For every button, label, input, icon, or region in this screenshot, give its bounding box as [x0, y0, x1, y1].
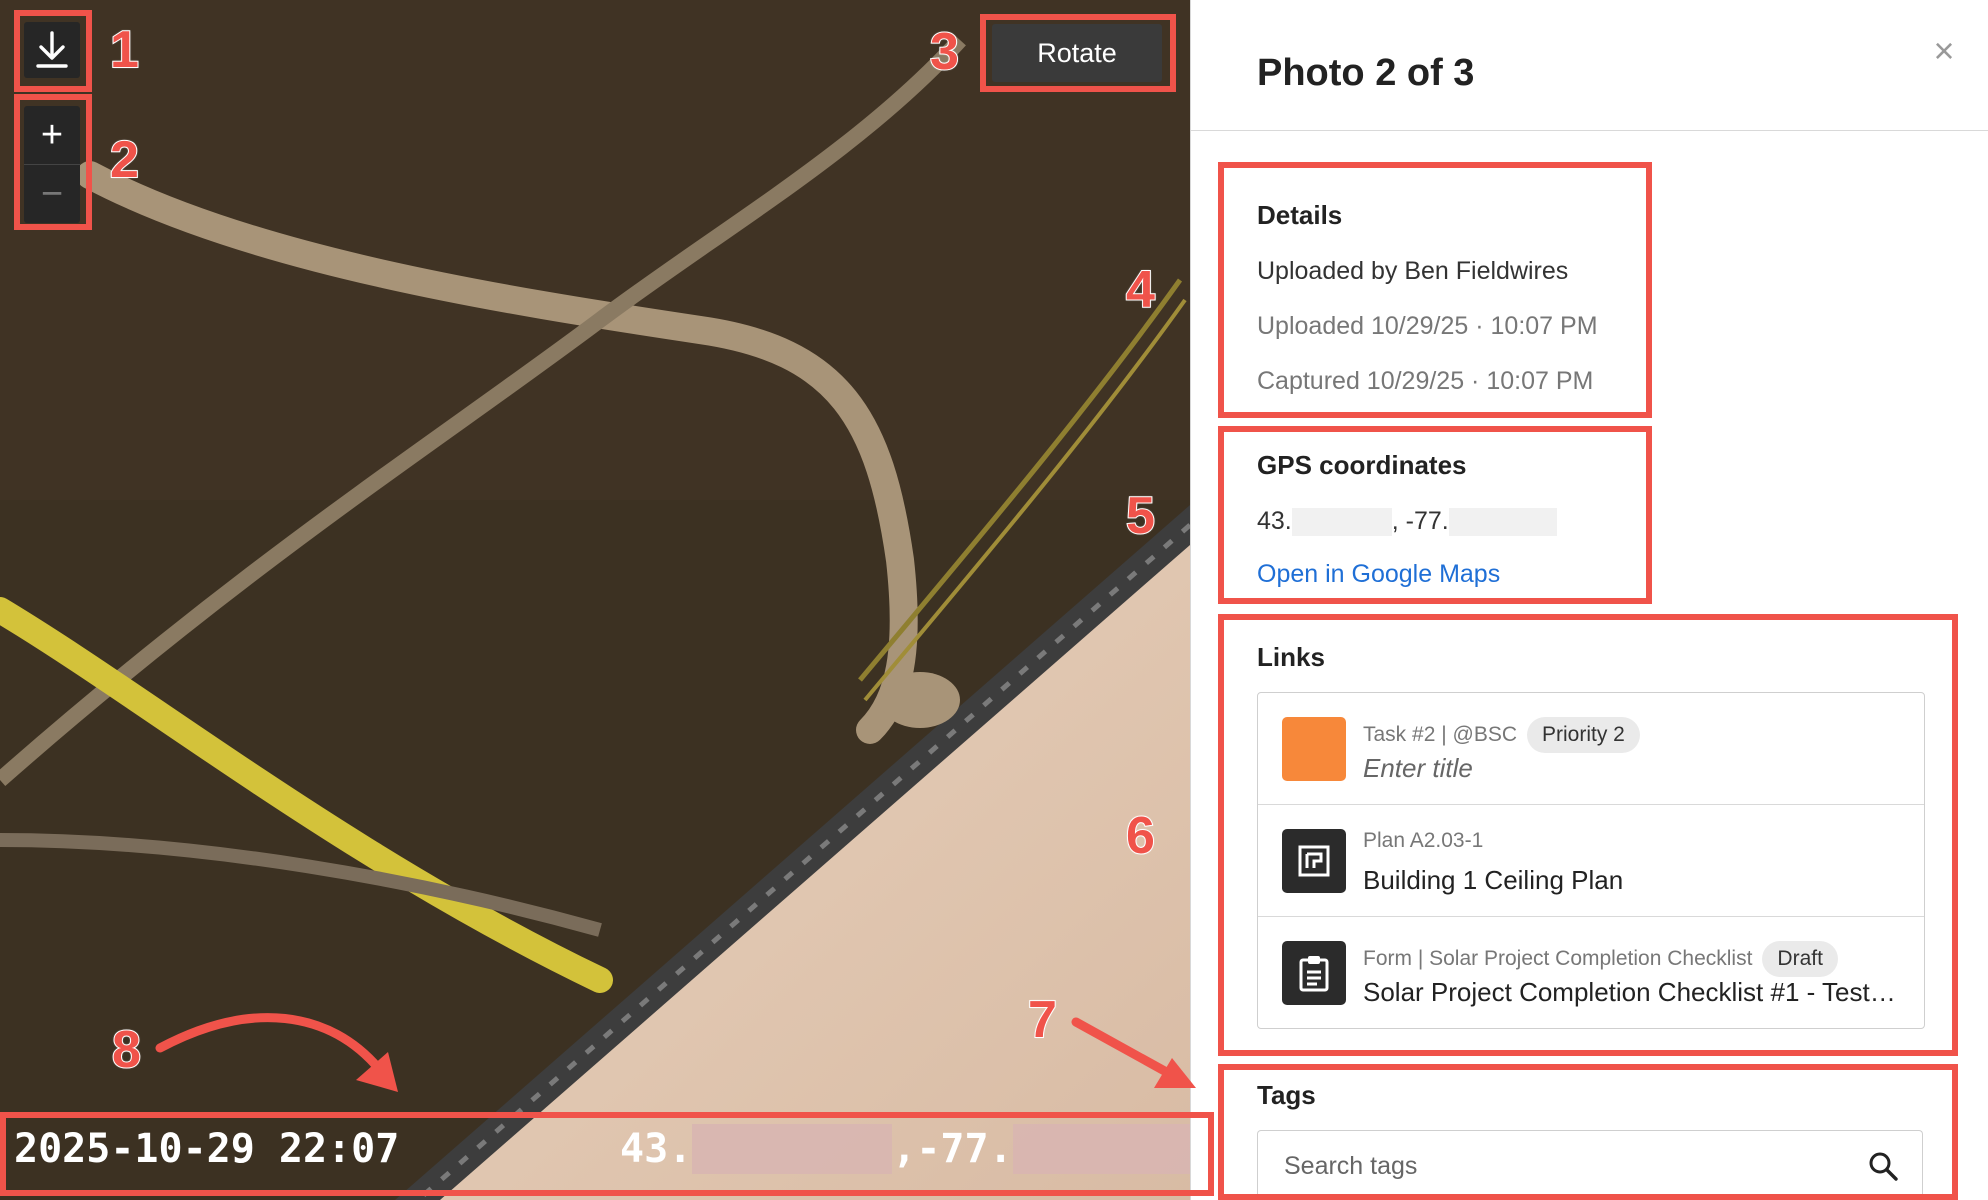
- details-title: Details: [1257, 200, 1343, 230]
- marker-7: 7: [1027, 991, 1058, 1049]
- link-item-task[interactable]: Task #2 | @BSC Priority 2 Enter title: [1258, 693, 1924, 805]
- links-title: Links: [1257, 642, 1325, 672]
- link-meta: Form | Solar Project Completion Checklis…: [1363, 941, 1838, 977]
- ceiling-photo: [0, 0, 1190, 1200]
- marker-3: 3: [929, 23, 960, 81]
- photo-details-panel: Photo 2 of 3 × Details Uploaded by Ben F…: [1190, 0, 1988, 1200]
- uploaded-by: Uploaded by Ben Fieldwires: [1257, 257, 1569, 285]
- link-main-text: Enter title: [1363, 753, 1473, 783]
- gps-title: GPS coordinates: [1257, 450, 1467, 480]
- open-google-maps-link[interactable]: Open in Google Maps: [1257, 560, 1557, 589]
- download-icon: [36, 31, 68, 68]
- download-button[interactable]: [24, 22, 80, 78]
- link-meta: Task #2 | @BSC Priority 2: [1363, 717, 1640, 753]
- gps-section: GPS coordinates 43. , -77. Open in Googl…: [1257, 450, 1557, 589]
- photo-stamp: 2025-10-29 22:07 43. ,-77.: [0, 1112, 1190, 1186]
- marker-4: 4: [1125, 261, 1156, 319]
- gps-lat-prefix: 43.: [1257, 507, 1292, 535]
- redaction-block: [1291, 507, 1392, 536]
- uploaded-time: Uploaded 10/29/25 · 10:07 PM: [1257, 312, 1598, 340]
- link-main-text: Building 1 Ceiling Plan: [1363, 865, 1624, 895]
- redaction-block: [1448, 507, 1557, 536]
- link-item-form[interactable]: Form | Solar Project Completion Checklis…: [1258, 917, 1924, 1028]
- priority-chip: Priority 2: [1527, 717, 1640, 753]
- clipboard-icon: [1282, 941, 1346, 1005]
- plan-glyph: [1298, 845, 1330, 877]
- tag-search-input[interactable]: [1282, 1147, 1846, 1185]
- tags-section: Tags: [1257, 1080, 1316, 1111]
- details-section: Details Uploaded by Ben Fieldwires Uploa…: [1257, 200, 1598, 396]
- link-main-text: Solar Project Completion Checklist #1 - …: [1363, 977, 1896, 1007]
- stamp-gps: 43. ,-77.: [620, 1124, 1190, 1174]
- marker-1: 1: [109, 21, 140, 79]
- zoom-out-button[interactable]: −: [24, 164, 80, 223]
- draft-chip: Draft: [1762, 941, 1838, 977]
- clipboard-glyph: [1299, 956, 1329, 992]
- task-color-swatch: [1282, 717, 1346, 781]
- link-meta-text: Task #2 | @BSC: [1363, 723, 1517, 746]
- marker-6: 6: [1125, 807, 1156, 865]
- tag-search-box: [1257, 1130, 1923, 1200]
- links-list: Task #2 | @BSC Priority 2 Enter title Pl…: [1257, 692, 1925, 1029]
- photo-viewer[interactable]: + − Rotate 2025-10-29 22:07 43. ,-77.: [0, 0, 1190, 1200]
- marker-2: 2: [109, 131, 140, 189]
- link-meta: Plan A2.03-1: [1363, 829, 1483, 853]
- plan-icon: [1282, 829, 1346, 893]
- search-icon[interactable]: [1868, 1151, 1898, 1181]
- links-section-title: Links: [1257, 642, 1325, 673]
- zoom-controls: + −: [24, 106, 80, 223]
- captured-time: Captured 10/29/25 · 10:07 PM: [1257, 367, 1594, 395]
- rotate-button[interactable]: Rotate: [992, 24, 1162, 82]
- link-meta-text: Plan A2.03-1: [1363, 829, 1484, 852]
- tags-title: Tags: [1257, 1080, 1316, 1110]
- stamp-lon-prefix: ,-77.: [892, 1126, 1013, 1172]
- stamp-datetime: 2025-10-29 22:07: [14, 1126, 400, 1172]
- stamp-lat-prefix: 43.: [620, 1126, 693, 1172]
- zoom-in-button[interactable]: +: [24, 106, 80, 164]
- redaction-block: [692, 1124, 893, 1174]
- marker-8: 8: [111, 1021, 142, 1079]
- marker-5: 5: [1125, 487, 1156, 545]
- gps-lon-prefix: , -77.: [1391, 507, 1449, 535]
- panel-title: Photo 2 of 3: [1257, 52, 1475, 94]
- link-item-plan[interactable]: Plan A2.03-1 Building 1 Ceiling Plan: [1258, 805, 1924, 917]
- link-meta-text: Form | Solar Project Completion Checklis…: [1363, 947, 1753, 970]
- panel-header: Photo 2 of 3 ×: [1191, 0, 1988, 131]
- close-icon[interactable]: ×: [1929, 33, 1959, 69]
- gps-value: 43. , -77.: [1257, 507, 1557, 536]
- redaction-block: [1012, 1124, 1190, 1174]
